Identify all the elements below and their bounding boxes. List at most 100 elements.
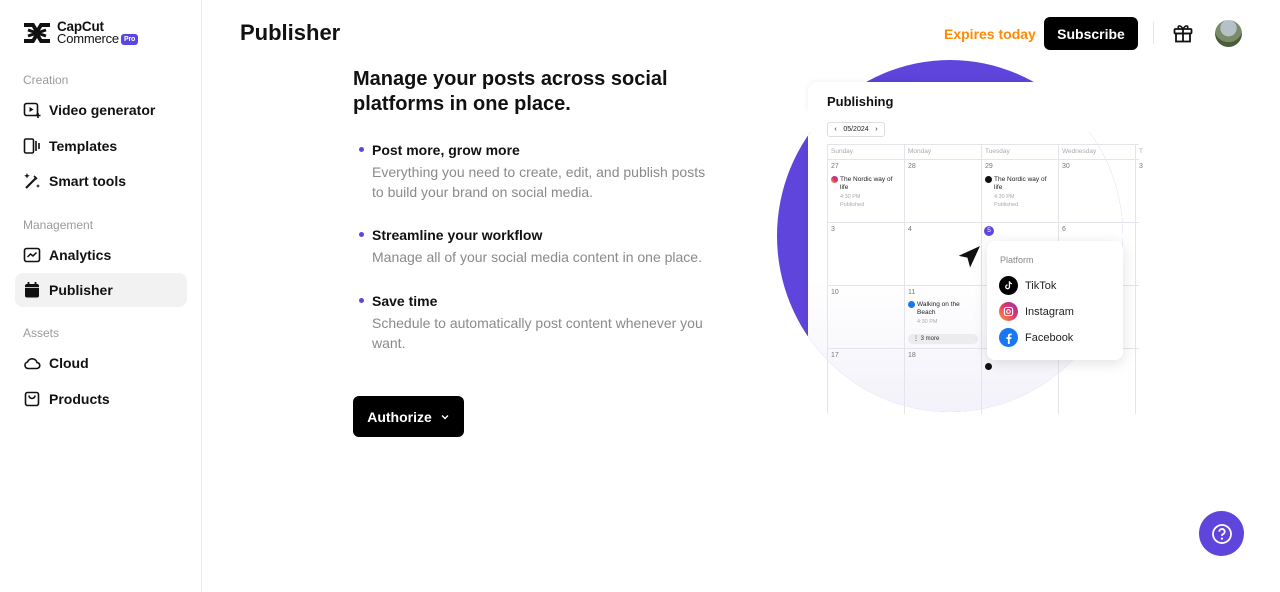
- chevron-left-icon: ‹: [834, 126, 837, 133]
- capcut-logo-icon: [24, 23, 50, 43]
- sidebar-item-smart-tools[interactable]: Smart tools: [15, 164, 187, 198]
- platform-option-tiktok: TikTok: [999, 276, 1056, 295]
- bullet-dot: [359, 232, 364, 237]
- day-number: 4: [908, 226, 912, 233]
- feature-item: Post more, grow more Everything you need…: [359, 141, 719, 202]
- month-picker: ‹ 05/2024 ›: [827, 122, 885, 137]
- day-header: Sunday: [831, 148, 854, 155]
- sidebar: CapCut Commerce Pro Creation Video genera…: [0, 0, 202, 592]
- user-avatar[interactable]: [1215, 20, 1242, 47]
- platform-popup: Platform TikTok Instagram Facebook: [987, 241, 1123, 360]
- day-number-today: 5: [984, 226, 994, 236]
- section-label-assets: Assets: [23, 326, 60, 340]
- day-number: 28: [908, 163, 916, 170]
- bullet-dot: [359, 298, 364, 303]
- brand-subname: Commerce: [57, 31, 119, 46]
- gift-icon[interactable]: [1172, 22, 1194, 44]
- header-divider: [1153, 22, 1154, 44]
- day-number: 6: [1062, 226, 1066, 233]
- facebook-icon: [999, 328, 1018, 347]
- sidebar-item-templates[interactable]: Templates: [15, 129, 187, 163]
- pointer-cursor-icon: [955, 243, 983, 271]
- capcut-commerce-logo[interactable]: CapCut Commerce Pro: [22, 20, 139, 46]
- day-number: 3: [831, 226, 835, 233]
- day-number: 17: [831, 352, 839, 359]
- day-header: Wednesday: [1062, 148, 1097, 155]
- feature-item: Save time Schedule to automatically post…: [359, 292, 719, 353]
- section-label-management: Management: [23, 218, 94, 232]
- sidebar-item-label: Templates: [49, 138, 118, 154]
- sidebar-item-label: Products: [49, 391, 110, 407]
- cloud-icon: [23, 354, 41, 372]
- event-title: The Nordic way of life: [840, 176, 893, 191]
- month-value: 05/2024: [843, 126, 869, 133]
- event-status: Published: [840, 202, 865, 208]
- shopping-bag-icon: [23, 390, 41, 408]
- sidebar-item-label: Smart tools: [49, 173, 127, 189]
- publishing-title: Publishing: [827, 94, 894, 109]
- chevron-right-icon: ›: [875, 126, 878, 133]
- day-header: Monday: [908, 148, 932, 155]
- feature-item: Streamline your workflow Manage all of y…: [359, 226, 719, 267]
- day-header: Tuesday: [985, 148, 1010, 155]
- page-title: Publisher: [240, 20, 341, 45]
- bullet-dot: [359, 147, 364, 152]
- tiktok-icon: [985, 363, 992, 370]
- headline: Manage your posts across social platform…: [353, 68, 668, 115]
- feature-description: Everything you need to create, edit, and…: [372, 164, 706, 200]
- day-number: 11: [908, 289, 916, 296]
- templates-icon: [23, 137, 41, 155]
- platform-name: Facebook: [1025, 331, 1074, 344]
- tiktok-icon: [985, 176, 992, 183]
- facebook-icon: [908, 301, 915, 308]
- feature-title: Save time: [372, 293, 438, 309]
- day-header: T: [1139, 148, 1143, 155]
- platform-option-instagram: Instagram: [999, 302, 1074, 321]
- event-title: Walking on the Beach: [917, 301, 960, 316]
- event-status: Published: [994, 202, 1019, 208]
- sidebar-item-publisher[interactable]: Publisher: [15, 273, 187, 307]
- pro-badge: Pro: [120, 33, 139, 45]
- calendar-event: Walking on the Beach 4:30 PM: [908, 301, 976, 326]
- feature-title: Post more, grow more: [372, 142, 520, 158]
- event-time: 4:30 PM: [994, 194, 1015, 200]
- chevron-down-icon: [441, 414, 449, 419]
- sidebar-item-products[interactable]: Products: [15, 382, 187, 416]
- feature-description: Schedule to automatically post content w…: [372, 315, 703, 351]
- help-button[interactable]: [1199, 511, 1244, 556]
- question-mark-icon: [1211, 523, 1232, 544]
- sidebar-item-label: Cloud: [49, 355, 89, 371]
- platform-popup-title: Platform: [1000, 255, 1034, 265]
- authorize-dropdown-button[interactable]: Authorize: [353, 396, 464, 437]
- feature-title: Streamline your workflow: [372, 227, 543, 243]
- app: CapCut Commerce Pro Creation Video genera…: [0, 0, 1280, 592]
- event-time: 4:30 PM: [840, 194, 861, 200]
- sidebar-item-video-generator[interactable]: Video generator: [15, 93, 187, 127]
- event-title: The Nordic way of life: [994, 176, 1047, 191]
- sidebar-item-label: Publisher: [49, 282, 113, 298]
- video-plus-icon: [23, 101, 41, 119]
- platform-name: Instagram: [1025, 305, 1074, 318]
- section-label-creation: Creation: [23, 73, 69, 87]
- analytics-icon: [23, 246, 41, 264]
- expires-notice: Expires today: [944, 26, 1036, 42]
- authorize-label: Authorize: [367, 408, 432, 425]
- more-events-pill: ⋮ 3 more: [908, 334, 978, 344]
- magic-wand-icon: [23, 172, 41, 190]
- instagram-icon: [999, 302, 1018, 321]
- day-number: 18: [908, 352, 916, 359]
- tiktok-icon: [999, 276, 1018, 295]
- day-number: 3: [1139, 163, 1143, 170]
- calendar-event: The Nordic way of life 4:30 PM Published: [985, 176, 1053, 209]
- sidebar-item-label: Video generator: [49, 102, 156, 118]
- platform-name: TikTok: [1025, 279, 1057, 292]
- feature-description: Manage all of your social media content …: [372, 249, 702, 265]
- platform-option-facebook: Facebook: [999, 328, 1073, 347]
- calendar-icon: [23, 281, 41, 299]
- sidebar-item-label: Analytics: [49, 247, 112, 263]
- day-number: 30: [1062, 163, 1070, 170]
- sidebar-item-cloud[interactable]: Cloud: [15, 346, 187, 380]
- subscribe-button[interactable]: Subscribe: [1044, 17, 1138, 50]
- day-number: 27: [831, 163, 839, 170]
- sidebar-item-analytics[interactable]: Analytics: [15, 238, 187, 272]
